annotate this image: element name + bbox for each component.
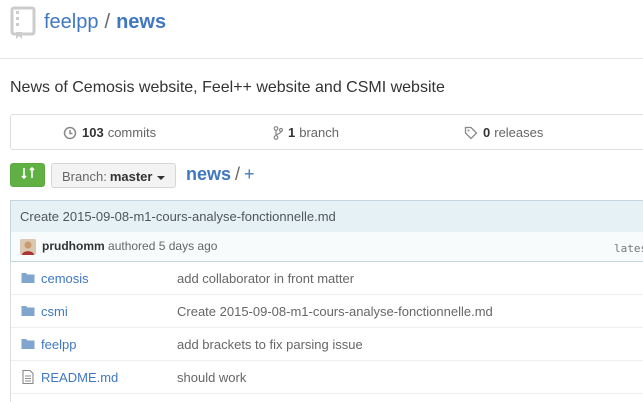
title-separator: / (104, 11, 111, 33)
branch-selector-label: Branch: (62, 169, 107, 184)
file-row: feelpp add brackets to fix parsing issue (11, 328, 643, 361)
branch-count: 1 (288, 125, 296, 140)
commit-authored-time: authored 5 days ago (108, 239, 218, 253)
repo-icon (10, 6, 36, 40)
commits-count: 103 (82, 125, 104, 140)
file-name-link[interactable]: feelpp (41, 337, 76, 352)
repo-name-link[interactable]: news (116, 11, 166, 33)
header-divider (0, 58, 643, 59)
breadcrumb-root[interactable]: news (186, 164, 231, 184)
latest-commit-sha-label: lates (614, 242, 643, 255)
file-name-link[interactable]: README.md (41, 370, 118, 385)
commits-link[interactable]: 103 commits (63, 125, 156, 140)
file-list: cemosis add collaborator in front matter… (10, 262, 643, 402)
branch-selector-value: master (109, 169, 153, 184)
folder-icon (21, 304, 35, 318)
avatar[interactable] (20, 239, 36, 255)
latest-commit-message[interactable]: Create 2015-09-08-m1-cours-analyse-fonct… (20, 209, 336, 224)
repo-description: News of Cemosis website, Feel++ website … (10, 79, 445, 96)
folder-icon (21, 271, 35, 285)
file-commit-message[interactable]: Create 2015-09-08-m1-cours-analyse-fonct… (177, 304, 493, 319)
commit-author-bar: prudhomm authored 5 days ago lates (10, 232, 643, 262)
tag-icon (464, 126, 478, 140)
file-name-link[interactable]: cemosis (41, 271, 89, 286)
releases-label: releases (494, 125, 544, 140)
commits-label: commits (107, 125, 157, 140)
releases-link[interactable]: 0 releases (464, 125, 543, 140)
file-row: cemosis add collaborator in front matter (11, 262, 643, 295)
file-text-icon (21, 369, 35, 385)
compare-icon (20, 166, 36, 185)
branch-icon (273, 125, 283, 140)
numbers-summary: 103 commits 1 branch 0 releases (10, 114, 643, 150)
add-file-button[interactable]: + (244, 164, 255, 184)
releases-count: 0 (483, 125, 491, 140)
owner-link[interactable]: feelpp (44, 11, 99, 33)
file-commit-message[interactable]: add collaborator in front matter (177, 271, 354, 286)
breadcrumb: news / + (186, 164, 255, 185)
file-name-link[interactable]: csmi (41, 304, 68, 319)
caret-down-icon (157, 175, 166, 180)
commit-author[interactable]: prudhomm (42, 239, 105, 253)
file-row: csmi Create 2015-09-08-m1-cours-analyse-… (11, 295, 643, 328)
history-icon (63, 126, 77, 140)
branches-link[interactable]: 1 branch (273, 125, 339, 140)
file-commit-message[interactable]: should work (177, 370, 246, 385)
repo-title: feelpp / news (44, 11, 166, 34)
branch-selector[interactable]: Branch: master (51, 163, 176, 188)
commit-author-info: prudhomm authored 5 days ago (42, 239, 217, 253)
latest-commit-bar: Create 2015-09-08-m1-cours-analyse-fonct… (10, 200, 643, 232)
branch-label: branch (299, 125, 339, 140)
file-row: README.md should work (11, 361, 643, 394)
folder-icon (21, 337, 35, 351)
compare-button[interactable] (10, 163, 45, 187)
breadcrumb-separator: / (235, 164, 241, 184)
file-commit-message[interactable]: add brackets to fix parsing issue (177, 337, 363, 352)
